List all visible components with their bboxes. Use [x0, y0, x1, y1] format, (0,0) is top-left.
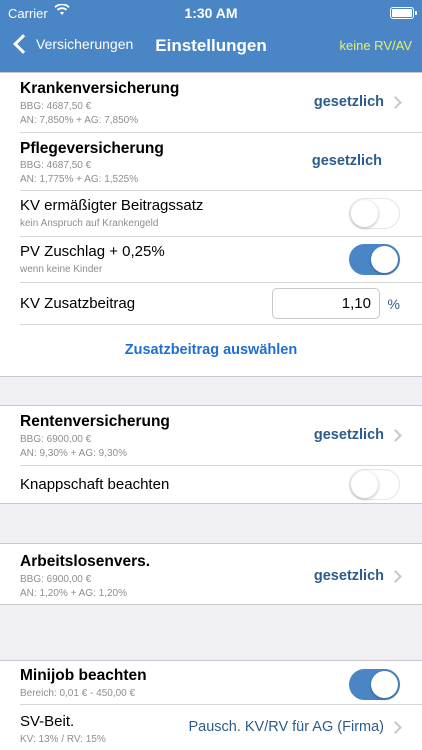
toggle-knob — [371, 246, 398, 273]
pv-value: gesetzlich — [311, 153, 382, 169]
av-rates: AN: 1,20% + AG: 1,20% — [20, 588, 128, 599]
kv-value: gesetzlich — [313, 94, 384, 110]
kv-title: Krankenversicherung — [20, 80, 180, 97]
keine-rv-av-button[interactable]: keine RV/AV — [339, 38, 412, 53]
rv-rates: AN: 9,30% + AG: 9,30% — [20, 448, 128, 459]
battery-icon — [390, 7, 417, 19]
minijob-sub: Bereich: 0,01 € - 450,00 € — [20, 688, 136, 699]
kv-ermaessigt-title: KV ermäßigter Beitragssatz — [20, 197, 204, 214]
row-krankenversicherung[interactable]: Krankenversicherung BBG: 4687,50 € AN: 7… — [20, 73, 422, 133]
pv-bbg: BBG: 4687,50 € — [20, 160, 92, 171]
pv-title: Pflegeversicherung — [20, 140, 164, 157]
back-label: Versicherungen — [36, 36, 134, 52]
pv-zuschlag-title: PV Zuschlag + 0,25% — [20, 243, 165, 260]
chevron-right-icon — [389, 721, 402, 734]
zusatzbeitrag-auswaehlen-button[interactable]: Zusatzbeitrag auswählen — [0, 342, 422, 358]
section-renten: Rentenversicherung BBG: 6900,00 € AN: 9,… — [0, 405, 422, 504]
av-title: Arbeitslosenvers. — [20, 553, 151, 570]
svbeit-value: Pausch. KV/RV für AG (Firma) — [188, 719, 384, 735]
chevron-right-icon — [389, 429, 402, 442]
svbeit-title: SV-Beit. — [20, 713, 75, 730]
row-minijob: Minijob beachten Bereich: 0,01 € - 450,0… — [20, 661, 422, 705]
av-bbg: BBG: 6900,00 € — [20, 574, 92, 585]
section-minijob: Minijob beachten Bereich: 0,01 € - 450,0… — [0, 660, 422, 750]
av-value: gesetzlich — [313, 568, 384, 584]
row-kv-ermaessigt: KV ermäßigter Beitragssatz kein Anspruch… — [20, 191, 422, 237]
minijob-toggle[interactable] — [349, 669, 400, 700]
percent-unit: % — [387, 296, 400, 312]
section-arbeitslosen: Arbeitslosenvers. BBG: 6900,00 € AN: 1,2… — [0, 543, 422, 605]
row-kv-zusatzbeitrag: KV Zusatzbeitrag % — [20, 283, 422, 325]
back-button[interactable]: Versicherungen — [10, 34, 134, 54]
chevron-right-icon — [389, 96, 402, 109]
row-sv-beitrag[interactable]: SV-Beit. KV: 13% / RV: 15% Pausch. KV/RV… — [20, 705, 422, 750]
toggle-knob — [351, 471, 378, 498]
kv-rates: AN: 7,850% + AG: 7,850% — [20, 115, 139, 126]
pv-zuschlag-sub: wenn keine Kinder — [20, 264, 103, 275]
knappschaft-title: Knappschaft beachten — [20, 476, 170, 493]
row-pflegeversicherung: Pflegeversicherung BBG: 4687,50 € AN: 1,… — [20, 133, 422, 191]
kv-ermaessigt-sub: kein Anspruch auf Krankengeld — [20, 218, 159, 229]
kv-ermaessigt-toggle[interactable] — [349, 198, 400, 229]
rv-value: gesetzlich — [313, 427, 384, 443]
status-bar: Carrier 1:30 AM — [0, 0, 422, 28]
toggle-knob — [371, 671, 398, 698]
kv-zusatzbeitrag-input[interactable] — [272, 288, 380, 319]
row-knappschaft: Knappschaft beachten — [20, 466, 422, 504]
minijob-title: Minijob beachten — [20, 667, 147, 684]
knappschaft-toggle[interactable] — [349, 469, 400, 500]
rv-bbg: BBG: 6900,00 € — [20, 434, 92, 445]
kv-bbg: BBG: 4687,50 € — [20, 101, 92, 112]
row-rentenversicherung[interactable]: Rentenversicherung BBG: 6900,00 € AN: 9,… — [20, 406, 422, 466]
kv-zusatz-title: KV Zusatzbeitrag — [20, 295, 136, 312]
pv-rates: AN: 1,775% + AG: 1,525% — [20, 174, 139, 185]
row-zusatz-link: Zusatzbeitrag auswählen — [0, 325, 422, 376]
navigation-bar: Versicherungen Einstellungen keine RV/AV — [0, 28, 422, 72]
row-pv-zuschlag: PV Zuschlag + 0,25% wenn keine Kinder — [20, 237, 422, 283]
row-arbeitslosenversicherung[interactable]: Arbeitslosenvers. BBG: 6900,00 € AN: 1,2… — [20, 544, 422, 604]
section-kranken-pflege: Krankenversicherung BBG: 4687,50 € AN: 7… — [0, 72, 422, 377]
pv-zuschlag-toggle[interactable] — [349, 244, 400, 275]
status-time: 1:30 AM — [184, 5, 238, 21]
toggle-knob — [351, 200, 378, 227]
svbeit-sub: KV: 13% / RV: 15% — [20, 734, 106, 745]
chevron-left-icon — [13, 34, 33, 54]
chevron-right-icon — [389, 570, 402, 583]
rv-title: Rentenversicherung — [20, 413, 170, 430]
